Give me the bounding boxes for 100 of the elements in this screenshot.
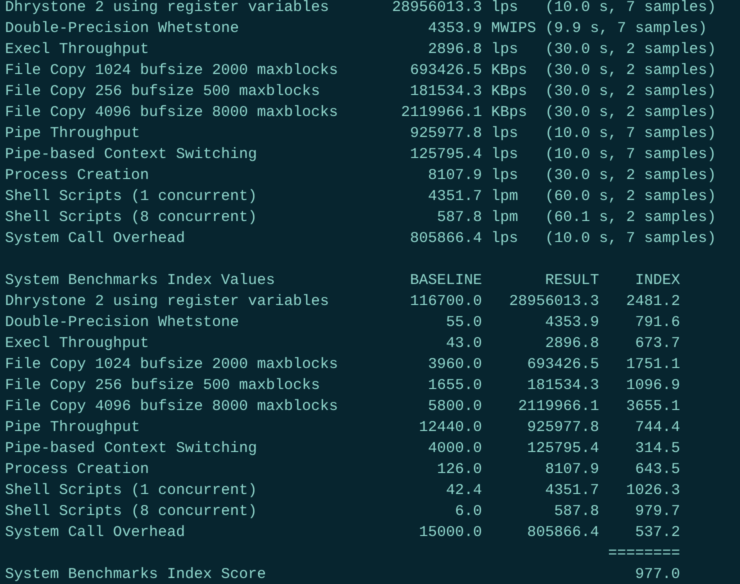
benchmark-name: Shell Scripts (1 concurrent)	[5, 482, 258, 499]
baseline-value: 5800.0	[428, 398, 482, 415]
column-header: BASELINE	[410, 272, 482, 289]
index-value: 1096.9	[626, 377, 680, 394]
benchmark-name: File Copy 256 bufsize 500 maxblocks	[5, 83, 320, 100]
benchmark-name: System Call Overhead	[5, 230, 186, 247]
baseline-value: 55.0	[446, 314, 482, 331]
benchmark-name: Pipe-based Context Switching	[5, 146, 258, 163]
index-value: 979.7	[635, 503, 680, 520]
benchmark-name: Pipe Throughput	[5, 125, 140, 142]
baseline-value: 4000.0	[428, 440, 482, 457]
benchmark-value: 587.8	[437, 209, 482, 226]
result-value: 8107.9	[545, 461, 600, 478]
benchmark-value: 2896.8	[428, 41, 482, 58]
unit-label: KBps	[491, 62, 528, 79]
baseline-value: 42.4	[446, 482, 482, 499]
timing-text: (60.0 s, 2 samples)	[545, 188, 716, 205]
result-value: 805866.4	[527, 524, 600, 541]
baseline-value: 12440.0	[419, 419, 482, 436]
result-value: 181534.3	[527, 377, 600, 394]
timing-text: (10.0 s, 7 samples)	[545, 0, 716, 16]
benchmark-name: Shell Scripts (8 concurrent)	[5, 503, 258, 520]
benchmark-name: Shell Scripts (8 concurrent)	[5, 209, 258, 226]
result-value: 28956013.3	[509, 293, 600, 310]
benchmark-name: Execl Throughput	[5, 335, 150, 352]
benchmark-name: Double-Precision Whetstone	[5, 20, 240, 37]
benchmark-name: Dhrystone 2 using register variables	[5, 293, 330, 310]
timing-text: (10.0 s, 7 samples)	[545, 125, 716, 142]
benchmark-name: Dhrystone 2 using register variables	[5, 0, 330, 16]
benchmark-value: 28956013.3	[392, 0, 482, 16]
result-value: 693426.5	[527, 356, 600, 373]
index-value: 2481.2	[626, 293, 680, 310]
timing-text: (60.1 s, 2 samples)	[545, 209, 716, 226]
score-label: System Benchmarks Index Score	[5, 566, 266, 583]
benchmark-name: File Copy 4096 bufsize 8000 maxblocks	[5, 104, 338, 121]
timing-text: (10.0 s, 7 samples)	[545, 230, 716, 247]
timing-text: (30.0 s, 2 samples)	[545, 104, 716, 121]
unit-label: lpm	[491, 209, 518, 226]
benchmark-value: 8107.9	[428, 167, 482, 184]
timing-text: (30.0 s, 2 samples)	[545, 167, 716, 184]
unit-label: KBps	[491, 104, 528, 121]
benchmark-name: Pipe Throughput	[5, 419, 140, 436]
result-value: 925977.8	[527, 419, 600, 436]
unit-label: KBps	[491, 83, 528, 100]
benchmark-name: Shell Scripts (1 concurrent)	[5, 188, 258, 205]
result-value: 587.8	[554, 503, 600, 520]
baseline-value: 6.0	[455, 503, 482, 520]
baseline-value: 126.0	[437, 461, 482, 478]
timing-text: (10.0 s, 7 samples)	[545, 146, 716, 163]
index-value: 791.6	[635, 314, 680, 331]
benchmark-name: File Copy 4096 bufsize 8000 maxblocks	[5, 398, 338, 415]
benchmark-name: Double-Precision Whetstone	[5, 314, 240, 331]
separator-line: ========	[608, 545, 680, 562]
column-header: RESULT	[545, 272, 600, 289]
benchmark-value: 925977.8	[410, 125, 482, 142]
baseline-value: 1655.0	[428, 377, 482, 394]
baseline-value: 116700.0	[410, 293, 482, 310]
result-value: 2119966.1	[518, 398, 600, 415]
benchmark-value: 125795.4	[410, 146, 482, 163]
benchmark-value: 2119966.1	[401, 104, 482, 121]
benchmark-name: File Copy 256 bufsize 500 maxblocks	[5, 377, 320, 394]
benchmark-value: 181534.3	[410, 83, 482, 100]
benchmark-name: Pipe-based Context Switching	[5, 440, 258, 457]
unit-label: lps	[491, 167, 518, 184]
score-value: 977.0	[635, 566, 680, 583]
unit-label: lps	[491, 41, 518, 58]
benchmark-value: 693426.5	[410, 62, 482, 79]
result-value: 4353.9	[545, 314, 600, 331]
unit-label: lps	[491, 146, 518, 163]
benchmark-name: Process Creation	[5, 461, 150, 478]
timing-text: (30.0 s, 2 samples)	[545, 62, 716, 79]
index-value: 673.7	[635, 335, 680, 352]
benchmark-name: System Call Overhead	[5, 524, 186, 541]
unit-label: lps	[491, 230, 518, 247]
index-value: 1026.3	[626, 482, 680, 499]
baseline-value: 43.0	[446, 335, 482, 352]
index-value: 1751.1	[626, 356, 680, 373]
benchmark-value: 4351.7	[428, 188, 482, 205]
index-value: 744.4	[635, 419, 680, 436]
index-value: 314.5	[635, 440, 680, 457]
unit-label: lpm	[491, 188, 518, 205]
timing-text: (9.9 s, 7 samples)	[545, 20, 708, 37]
section-title: System Benchmarks Index Values	[5, 272, 276, 289]
benchmark-value: 805866.4	[410, 230, 482, 247]
index-value: 537.2	[635, 524, 680, 541]
index-value: 643.5	[635, 461, 680, 478]
timing-text: (30.0 s, 2 samples)	[545, 41, 716, 58]
baseline-value: 3960.0	[428, 356, 482, 373]
timing-text: (30.0 s, 2 samples)	[545, 83, 716, 100]
unit-label: lps	[491, 0, 518, 16]
result-value: 2896.8	[545, 335, 600, 352]
unit-label: MWIPS	[491, 20, 536, 37]
index-value: 3655.1	[626, 398, 680, 415]
unit-label: lps	[491, 125, 518, 142]
column-header: INDEX	[635, 272, 680, 289]
benchmark-name: Process Creation	[5, 167, 150, 184]
benchmark-value: 4353.9	[428, 20, 482, 37]
benchmark-name: File Copy 1024 bufsize 2000 maxblocks	[5, 62, 338, 79]
result-value: 125795.4	[527, 440, 600, 457]
result-value: 4351.7	[545, 482, 600, 499]
